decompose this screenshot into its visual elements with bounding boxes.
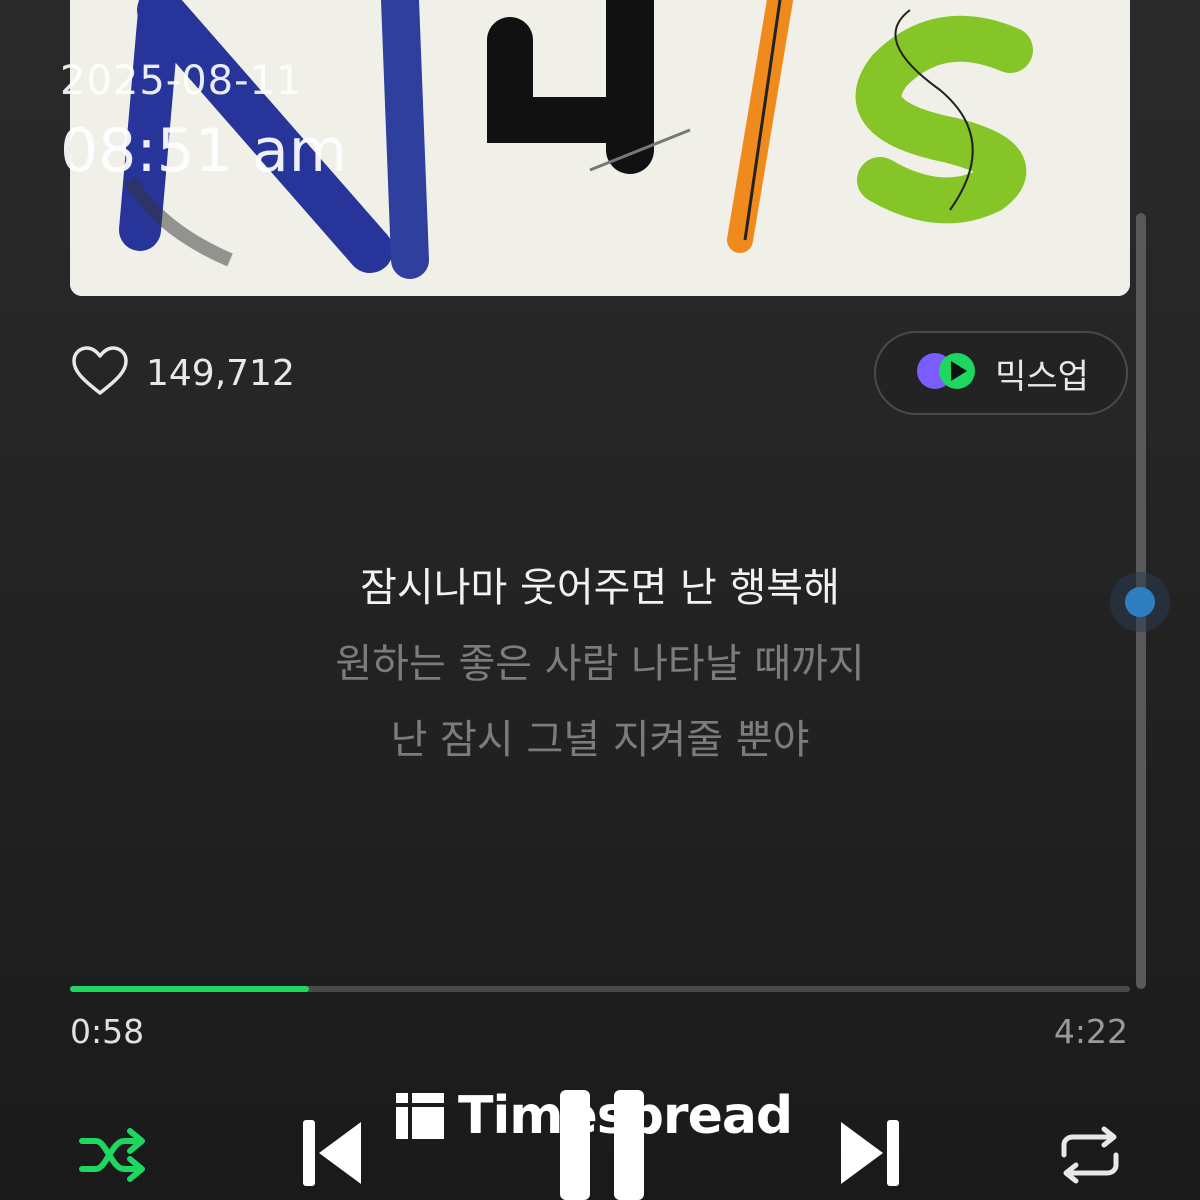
like-count: 149,712 [146, 352, 295, 394]
mixup-label: 믹스업 [995, 356, 1089, 397]
next-button[interactable] [836, 1116, 906, 1190]
total-time: 4:22 [1053, 1012, 1128, 1051]
previous-icon [303, 1120, 361, 1186]
lyric-line-current[interactable]: 잠시나마 웃어주면 난 행복해 [0, 550, 1200, 626]
repeat-icon [1061, 1126, 1119, 1184]
lyric-line[interactable]: 원하는 좋은 사람 나타날 때까지 [0, 626, 1200, 702]
overlay-date: 2025-08-11 [60, 58, 303, 104]
like-row: 149,712 [70, 344, 295, 402]
scrollbar-thumb[interactable] [1110, 572, 1170, 632]
progress-fill [70, 986, 309, 992]
shuffle-button[interactable] [70, 1120, 154, 1190]
overlay-time: 08:51 am [60, 116, 348, 186]
elapsed-time: 0:58 [70, 1012, 145, 1051]
lyrics-panel[interactable]: 잠시나마 웃어주면 난 행복해 원하는 좋은 사람 나타날 때까지 난 잠시 그… [0, 550, 1200, 778]
previous-button[interactable] [296, 1116, 366, 1190]
heart-icon[interactable] [70, 345, 130, 401]
lyric-line[interactable]: 난 잠시 그녈 지켜줄 뿐야 [0, 702, 1200, 778]
repeat-button[interactable] [1052, 1120, 1128, 1190]
mixup-button[interactable]: 믹스업 [874, 331, 1128, 415]
mixup-icon [913, 349, 983, 397]
watermark-text: Timespread [458, 1086, 793, 1146]
shuffle-icon [79, 1128, 145, 1182]
next-icon [841, 1120, 899, 1186]
watermark: Timespread [396, 1086, 793, 1146]
progress-bar[interactable] [70, 986, 1130, 992]
watermark-logo-icon [396, 1093, 444, 1139]
